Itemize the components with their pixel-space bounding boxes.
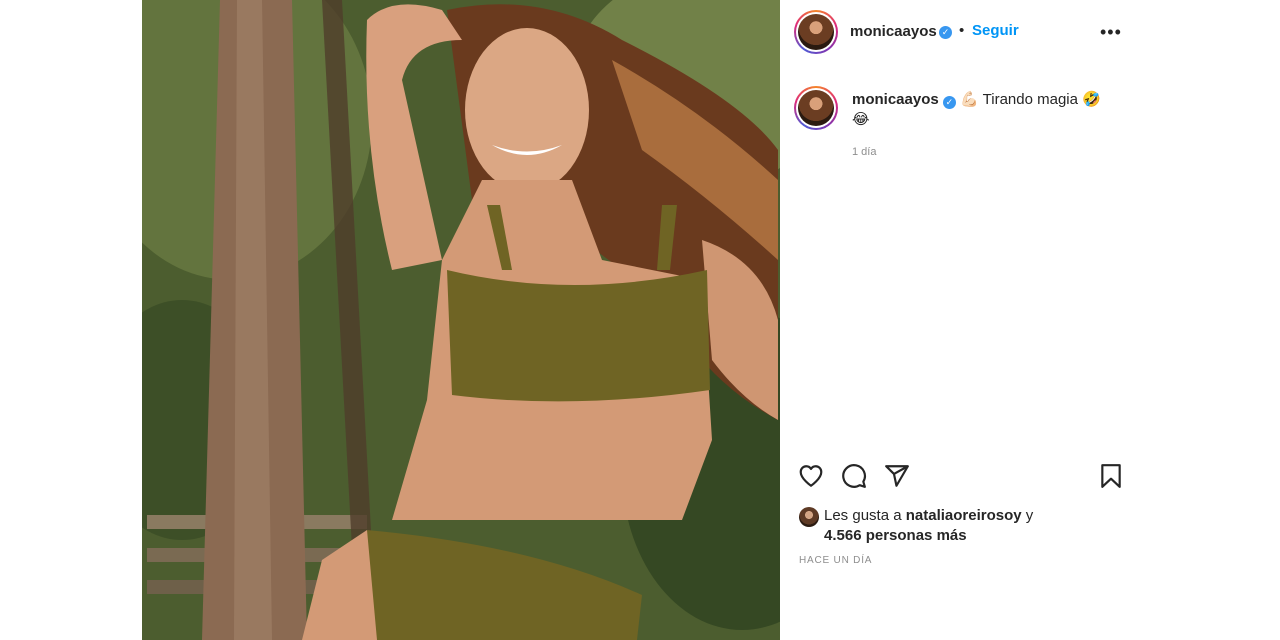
ellipsis-icon[interactable]: ••• [1100,22,1122,43]
speech-bubble-icon[interactable] [841,463,867,489]
caption-time[interactable]: 1 día [852,146,876,158]
heart-outline-icon[interactable] [798,463,824,489]
header-separator: • [959,22,965,39]
liker-avatar[interactable] [799,507,819,527]
likes-summary: Les gusta a nataliaoreirosoy y 4.566 per… [824,506,1033,546]
likes-conjunction: y [1025,507,1034,524]
post-sidebar: monicaayos ✓ • Seguir ••• monicaayos ✓ 💪… [780,0,1138,640]
post-caption: monicaayos ✓ 💪🏻 Tirando magia 🤣 😂 [852,90,1122,130]
caption-emoji-rolling-laugh: 🤣 [1082,91,1101,108]
caption-avatar-image [798,90,834,126]
follow-button[interactable]: Seguir [972,22,1019,39]
author-avatar-frame [796,12,836,52]
post-header: monicaayos ✓ • Seguir ••• [780,0,1138,64]
likes-prefix: Les gusta a [824,507,902,524]
caption-emoji-tears-of-joy: 😂 [852,111,870,128]
author-avatar[interactable] [794,10,838,54]
post-image [142,0,780,640]
bookmark-outline-icon[interactable] [1098,463,1124,489]
caption-text: Tirando magia [982,91,1078,108]
author-username[interactable]: monicaayos [850,23,937,40]
caption-emoji-flexed-arm: 💪🏻 [960,91,979,108]
caption-verified-icon: ✓ [942,96,956,109]
post-timestamp[interactable]: HACE UN DÍA [799,555,872,566]
liker-username[interactable]: nataliaoreirosoy [906,507,1022,524]
caption-avatar[interactable] [794,86,838,130]
caption-username[interactable]: monicaayos [852,91,939,108]
paper-plane-icon[interactable] [884,463,910,489]
post-photo[interactable] [142,0,780,640]
caption-avatar-frame [796,88,836,128]
author-avatar-image [798,14,834,50]
verified-check-icon: ✓ [939,26,952,39]
likes-count-link[interactable]: 4.566 personas más [824,527,967,544]
